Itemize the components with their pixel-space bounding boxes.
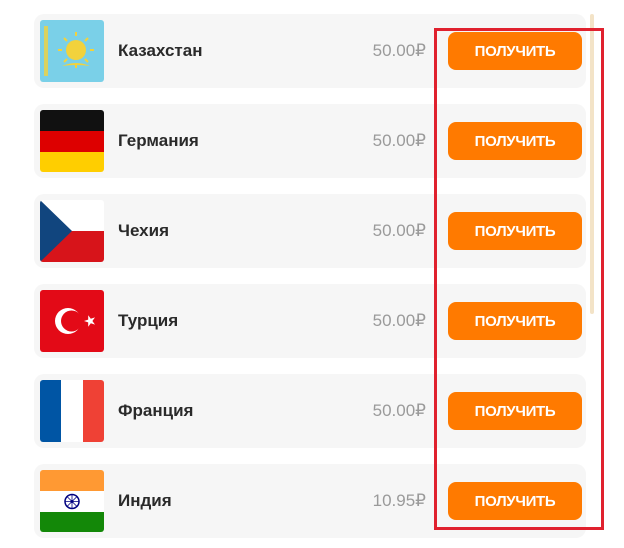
price: 50.00₽ xyxy=(372,221,426,240)
country-list: Казахстан 50.00₽ ПОЛУЧИТЬ Германия 50.00… xyxy=(0,0,624,548)
price: 50.00₽ xyxy=(372,131,426,150)
kazakhstan-flag-icon xyxy=(40,20,104,82)
price: 50.00₽ xyxy=(372,401,426,420)
price: 50.00₽ xyxy=(372,311,426,330)
czechia-flag-icon xyxy=(40,200,104,262)
france-flag-icon xyxy=(40,380,104,442)
country-name: Германия xyxy=(118,131,199,150)
country-name: Индия xyxy=(118,491,172,510)
turkey-flag-icon xyxy=(40,290,104,352)
get-button[interactable]: ПОЛУЧИТЬ xyxy=(448,122,582,160)
list-item: Германия 50.00₽ ПОЛУЧИТЬ xyxy=(34,104,586,178)
country-name: Чехия xyxy=(118,221,169,240)
list-item: Чехия 50.00₽ ПОЛУЧИТЬ xyxy=(34,194,586,268)
get-button[interactable]: ПОЛУЧИТЬ xyxy=(448,212,582,250)
country-name: Казахстан xyxy=(118,41,203,60)
price: 50.00₽ xyxy=(372,41,426,60)
list-item: Индия 10.95₽ ПОЛУЧИТЬ xyxy=(34,464,586,538)
list-item: Франция 50.00₽ ПОЛУЧИТЬ xyxy=(34,374,586,448)
list-item: Казахстан 50.00₽ ПОЛУЧИТЬ xyxy=(34,14,586,88)
get-button[interactable]: ПОЛУЧИТЬ xyxy=(448,392,582,430)
list-item: Турция 50.00₽ ПОЛУЧИТЬ xyxy=(34,284,586,358)
price: 10.95₽ xyxy=(372,491,426,510)
get-button[interactable]: ПОЛУЧИТЬ xyxy=(448,32,582,70)
get-button[interactable]: ПОЛУЧИТЬ xyxy=(448,482,582,520)
country-name: Франция xyxy=(118,401,194,420)
scrollbar[interactable] xyxy=(590,14,594,314)
germany-flag-icon xyxy=(40,110,104,172)
country-name: Турция xyxy=(118,311,179,330)
get-button[interactable]: ПОЛУЧИТЬ xyxy=(448,302,582,340)
india-flag-icon xyxy=(40,470,104,532)
